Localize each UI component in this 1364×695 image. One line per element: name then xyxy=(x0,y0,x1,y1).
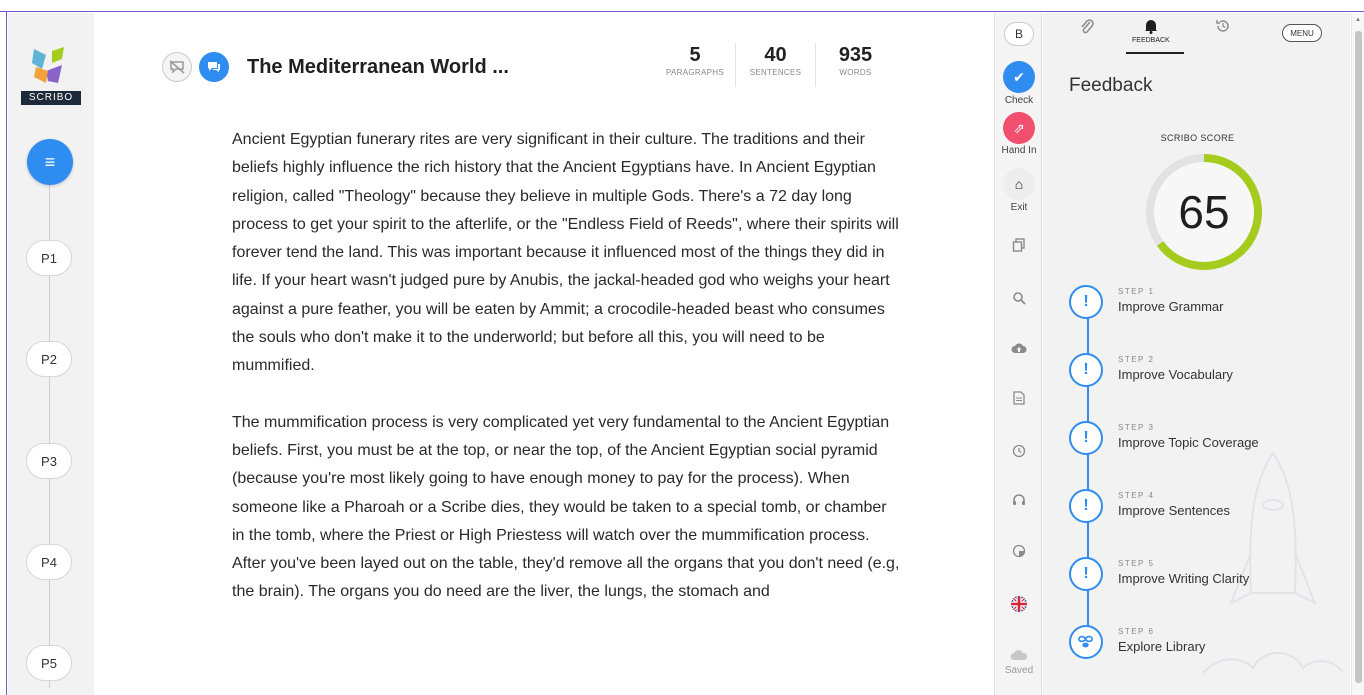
stat-label: SENTENCES xyxy=(749,68,802,77)
stat-value: 935 xyxy=(838,44,873,66)
step-label: Improve Sentences xyxy=(1118,503,1231,518)
essay-text-area[interactable]: Ancient Egyptian funerary rites are very… xyxy=(232,126,902,635)
bold-button[interactable]: B xyxy=(1004,22,1034,46)
step-explore-library[interactable]: STEP 6 Explore Library xyxy=(1069,625,1329,665)
step-label: Improve Vocabulary xyxy=(1118,367,1233,382)
paragraph-button-p4[interactable]: P4 xyxy=(26,544,72,580)
document-title[interactable]: The Mediterranean World ... xyxy=(247,52,509,82)
palette-icon[interactable] xyxy=(1009,541,1029,561)
window-top-border xyxy=(0,0,1364,12)
home-icon: ⌂ xyxy=(1014,176,1024,192)
document-stats: 5 PARAGRAPHS 40 SENTENCES 935 WORDS xyxy=(655,43,895,87)
check-label: Check xyxy=(1004,95,1034,106)
panel-tabs: FEEDBACK MENU xyxy=(1043,13,1350,53)
cloud-upload-icon[interactable] xyxy=(1009,338,1029,358)
check-icon: ✔ xyxy=(1013,68,1025,85)
paperclip-icon xyxy=(1081,19,1094,34)
step-number: STEP 3 xyxy=(1118,423,1155,432)
stat-words: 935 WORDS xyxy=(815,43,895,87)
exclamation-icon: ! xyxy=(1069,421,1103,455)
copy-icon[interactable] xyxy=(1009,235,1029,255)
stat-paragraphs: 5 PARAGRAPHS xyxy=(655,43,735,87)
saved-status: Saved xyxy=(1004,665,1034,676)
hand-in-button[interactable]: ⇗ xyxy=(1003,112,1035,144)
tools-column: B ✔ Check ⇗ Hand In ⌂ Exit Saved xyxy=(994,13,1042,695)
tab-feedback[interactable]: FEEDBACK xyxy=(1132,18,1170,44)
step-number: STEP 6 xyxy=(1118,627,1155,636)
exclamation-icon: ! xyxy=(1069,353,1103,387)
step-label: Improve Topic Coverage xyxy=(1118,435,1259,450)
exclamation-icon: ! xyxy=(1069,285,1103,319)
window-left-border xyxy=(0,12,7,695)
step-improve-vocabulary[interactable]: ! STEP 2 Improve Vocabulary xyxy=(1069,353,1329,393)
essay-paragraph-2[interactable]: The mummification process is very compli… xyxy=(232,409,902,607)
stat-sentences: 40 SENTENCES xyxy=(735,43,815,87)
editor: The Mediterranean World ... 5 PARAGRAPHS… xyxy=(95,13,993,695)
paragraph-button-p5[interactable]: P5 xyxy=(26,645,72,681)
tab-attachments[interactable] xyxy=(1079,18,1095,36)
paragraph-button-p1[interactable]: P1 xyxy=(26,240,72,276)
panel-title: Feedback xyxy=(1069,75,1153,96)
tab-history[interactable] xyxy=(1215,18,1231,34)
check-button[interactable]: ✔ xyxy=(1003,61,1035,93)
step-improve-sentences[interactable]: ! STEP 4 Improve Sentences xyxy=(1069,489,1329,529)
logo-text: SCRIBO xyxy=(21,91,81,105)
history-icon xyxy=(1216,20,1229,32)
step-number: STEP 4 xyxy=(1118,491,1155,500)
step-improve-grammar[interactable]: ! STEP 1 Improve Grammar xyxy=(1069,285,1329,325)
step-number: STEP 2 xyxy=(1118,355,1155,364)
feedback-panel: FEEDBACK MENU Feedback SCRIBO SCORE 65 !… xyxy=(1043,13,1350,695)
step-number: STEP 1 xyxy=(1118,287,1155,296)
hide-comments-icon xyxy=(169,60,185,74)
vertical-scrollbar[interactable]: ▲ xyxy=(1351,13,1364,695)
menu-button[interactable]: MENU xyxy=(1282,24,1322,42)
hide-comments-button[interactable] xyxy=(162,52,192,82)
list-icon: ≡ xyxy=(44,151,56,172)
clock-icon[interactable] xyxy=(1009,441,1029,461)
step-label: Improve Writing Clarity xyxy=(1118,571,1250,586)
step-improve-topic-coverage[interactable]: ! STEP 3 Improve Topic Coverage xyxy=(1069,421,1329,461)
hand-in-label: Hand In xyxy=(1001,145,1037,156)
comments-button[interactable] xyxy=(199,52,229,82)
step-improve-writing-clarity[interactable]: ! STEP 5 Improve Writing Clarity xyxy=(1069,557,1329,597)
paragraph-navigator: SCRIBO ≡ P1 P2 P3 P4 P5 xyxy=(8,13,94,695)
stat-value: 40 xyxy=(764,44,787,66)
cloud-saved-icon xyxy=(1009,645,1029,665)
stat-label: WORDS xyxy=(839,68,872,77)
exclamation-icon: ! xyxy=(1069,557,1103,591)
headphones-icon[interactable] xyxy=(1009,490,1029,510)
exit-button[interactable]: ⌂ xyxy=(1003,168,1035,200)
tab-feedback-label: FEEDBACK xyxy=(1132,37,1170,44)
stat-value: 5 xyxy=(689,44,701,66)
active-tab-indicator xyxy=(1126,52,1184,54)
exclamation-icon: ! xyxy=(1069,489,1103,523)
step-number: STEP 5 xyxy=(1118,559,1155,568)
bell-icon xyxy=(1144,20,1157,34)
paragraph-button-p2[interactable]: P2 xyxy=(26,341,72,377)
scribo-logo[interactable]: SCRIBO xyxy=(18,43,84,105)
score-value: 65 xyxy=(1178,186,1230,238)
essay-paragraph-1[interactable]: Ancient Egyptian funerary rites are very… xyxy=(232,126,902,381)
search-icon[interactable] xyxy=(1009,288,1029,308)
scribo-logo-icon xyxy=(32,47,64,83)
comments-icon xyxy=(208,62,220,72)
exit-label: Exit xyxy=(1010,202,1028,213)
step-label: Improve Grammar xyxy=(1118,299,1224,314)
paragraph-button-p3[interactable]: P3 xyxy=(26,443,72,479)
step-label: Explore Library xyxy=(1118,639,1206,654)
scrollbar-thumb[interactable] xyxy=(1355,31,1362,683)
document-overview-button[interactable]: ≡ xyxy=(27,139,73,185)
stat-label: PARAGRAPHS xyxy=(666,68,724,77)
library-icon xyxy=(1069,625,1103,659)
scroll-up-icon[interactable]: ▲ xyxy=(1355,17,1361,23)
uk-flag-icon[interactable] xyxy=(1009,594,1029,614)
share-icon: ⇗ xyxy=(1013,119,1025,136)
document-icon[interactable] xyxy=(1009,388,1029,408)
score-label: SCRIBO SCORE xyxy=(1160,133,1235,143)
